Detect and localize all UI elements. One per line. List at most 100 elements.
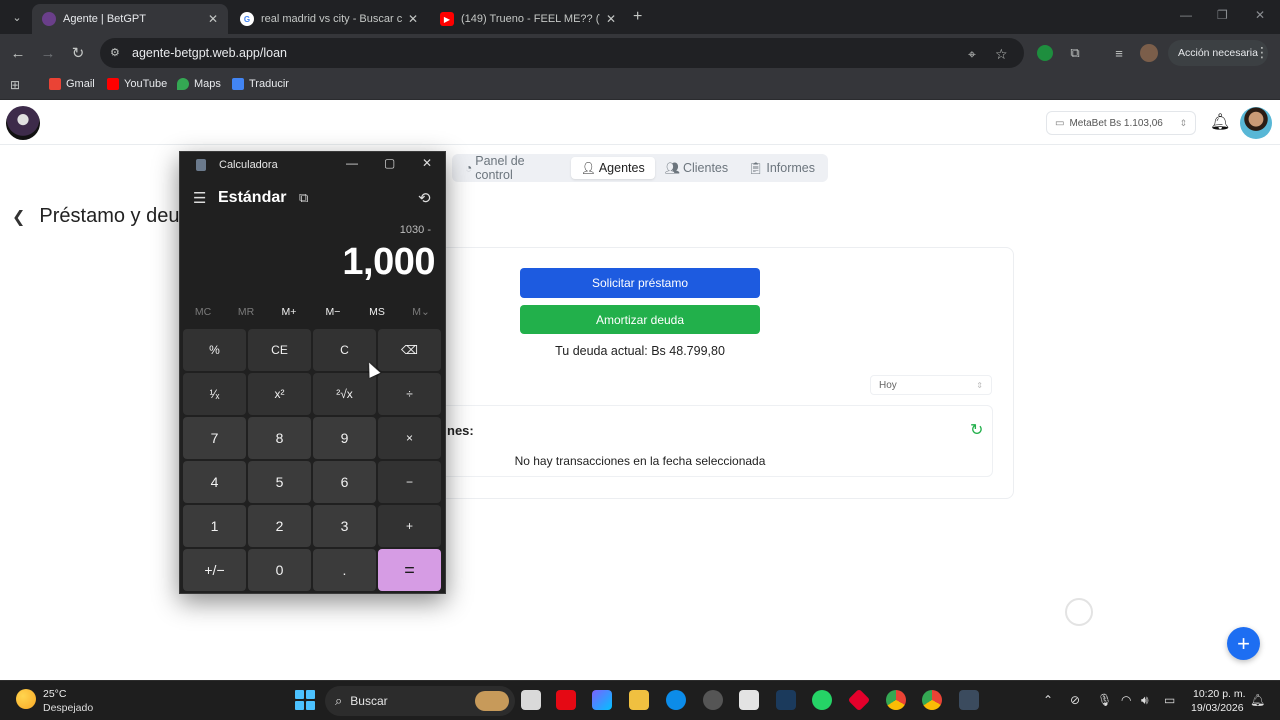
refresh-icon[interactable]: ↻ [970, 420, 983, 440]
digit-5-key[interactable]: 5 [248, 461, 311, 503]
tab-close-icon[interactable]: ✕ [606, 12, 616, 26]
digit-7-key[interactable]: 7 [183, 417, 246, 459]
copilot-icon[interactable] [592, 690, 612, 710]
chatgpt-icon[interactable] [703, 690, 723, 710]
backspace-key[interactable]: ⌫ [378, 329, 441, 371]
percent-key[interactable]: % [183, 329, 246, 371]
extensions-puzzle-icon[interactable]: ⧉ [1066, 44, 1084, 62]
memory-add-button[interactable]: M+ [269, 306, 309, 318]
memory-subtract-button[interactable]: M− [313, 306, 353, 318]
tab-panel-de-control[interactable]: ◔ Panel de control [455, 154, 571, 182]
plus-key[interactable]: + [378, 505, 441, 547]
digit-9-key[interactable]: 9 [313, 417, 376, 459]
pay-debt-button[interactable]: Amortizar deuda [520, 305, 760, 334]
close-icon[interactable]: ✕ [422, 156, 432, 170]
memory-clear-button[interactable]: MC [183, 306, 223, 318]
battery-icon[interactable]: ▭ [1164, 693, 1175, 707]
tab-youtube-video[interactable]: ▶ (149) Trueno - FEEL ME?? (Vide ✕ [430, 4, 626, 34]
negate-key[interactable]: +/− [183, 549, 246, 591]
clear-entry-key[interactable]: CE [248, 329, 311, 371]
bookmark-maps[interactable]: Maps [177, 78, 221, 90]
store-icon[interactable] [739, 690, 759, 710]
avatar[interactable] [1240, 107, 1272, 139]
red-app-icon[interactable] [847, 688, 871, 712]
hamburger-menu-icon[interactable]: ☰ [193, 189, 206, 207]
divide-key[interactable]: ÷ [378, 373, 441, 415]
address-bar[interactable]: ⚙ agente-betgpt.web.app/loan ⌖ ☆ [100, 38, 1024, 68]
action-needed-button[interactable]: Acción necesaria [1168, 40, 1268, 66]
date-filter-select[interactable]: Hoy ⇕ [870, 375, 992, 395]
keep-on-top-icon[interactable]: ⧉ [299, 190, 308, 206]
memory-list-button[interactable]: M⌄ [401, 306, 441, 318]
start-windows-icon[interactable] [295, 690, 315, 710]
request-loan-button[interactable]: Solicitar préstamo [520, 268, 760, 298]
digit-0-key[interactable]: 0 [248, 549, 311, 591]
reload-icon[interactable]: ↻ [68, 43, 88, 63]
tab-clientes[interactable]: 👥︎ Clientes [655, 157, 738, 179]
taskbar-search[interactable]: ⌕ Buscar [325, 686, 515, 716]
new-tab-button[interactable]: + [633, 8, 642, 26]
whatsapp-icon[interactable] [812, 690, 832, 710]
multiply-key[interactable]: × [378, 417, 441, 459]
chrome-profile-icon[interactable] [922, 690, 942, 710]
forward-arrow-icon[interactable]: → [38, 43, 58, 63]
bookmark-traducir[interactable]: Traducir [232, 78, 289, 90]
tab-google-search[interactable]: G real madrid vs city - Buscar con ✕ [230, 4, 428, 34]
task-view-icon[interactable] [521, 690, 541, 710]
back-arrow-icon[interactable]: ← [8, 43, 28, 63]
more-menu-icon[interactable]: ⋮ [1255, 44, 1269, 61]
digit-6-key[interactable]: 6 [313, 461, 376, 503]
tab-search-chevron-icon[interactable]: ⌄ [8, 8, 26, 26]
betgpt-logo[interactable] [6, 106, 40, 140]
tab-informes[interactable]: 📋︎ Informes [738, 157, 825, 179]
back-chevron-icon[interactable]: ❮ [12, 207, 25, 227]
wifi-icon[interactable]: ◠ [1121, 693, 1131, 707]
digit-2-key[interactable]: 2 [248, 505, 311, 547]
sqrt-key[interactable]: ²√x [313, 373, 376, 415]
location-icon[interactable]: ⌖ [968, 46, 976, 63]
decimal-key[interactable]: . [313, 549, 376, 591]
file-explorer-icon[interactable] [629, 690, 649, 710]
history-icon[interactable]: ⟲ [418, 189, 431, 207]
digit-3-key[interactable]: 3 [313, 505, 376, 547]
memory-recall-button[interactable]: MR [226, 306, 266, 318]
digit-8-key[interactable]: 8 [248, 417, 311, 459]
calculator-taskbar-icon[interactable] [959, 690, 979, 710]
balance-selector[interactable]: ▭ MetaBet Bs 1.103,06 ⇕ [1046, 111, 1196, 135]
clock-date[interactable]: 19/03/2026 [1191, 702, 1244, 714]
restore-icon[interactable]: ❐ [1217, 8, 1228, 22]
profile-avatar-icon[interactable] [1140, 44, 1158, 62]
edge-icon[interactable] [666, 690, 686, 710]
weather-moon-icon[interactable] [16, 689, 36, 709]
clock-time[interactable]: 10:20 p. m. [1193, 688, 1246, 700]
tab-close-icon[interactable]: ✕ [408, 12, 418, 26]
tray-chevron-icon[interactable]: ⌃ [1043, 693, 1053, 707]
network-off-icon[interactable]: ⊘ [1070, 693, 1080, 707]
reciprocal-key[interactable]: ¹⁄ₓ [183, 373, 246, 415]
tab-agentes[interactable]: 👤︎ Agentes [570, 157, 655, 179]
maximize-icon[interactable]: ▢ [384, 156, 395, 170]
bookmark-gmail[interactable]: Gmail [49, 78, 95, 90]
disney-icon[interactable] [776, 690, 796, 710]
square-key[interactable]: x² [248, 373, 311, 415]
site-info-icon[interactable]: ⚙ [110, 46, 124, 60]
bell-icon[interactable]: 🔔︎ [1210, 112, 1230, 132]
tab-agente-betgpt[interactable]: Agente | BetGPT ✕ [32, 4, 228, 34]
bookmark-star-icon[interactable]: ☆ [995, 46, 1008, 63]
close-window-icon[interactable]: ✕ [1255, 8, 1265, 22]
microphone-icon[interactable]: 🎙︎ [1097, 693, 1112, 707]
bookmark-youtube[interactable]: YouTube [107, 78, 167, 90]
minimize-icon[interactable]: — [1180, 8, 1192, 22]
notification-bell-icon[interactable]: 🔔︎ [1250, 693, 1265, 707]
minus-key[interactable]: − [378, 461, 441, 503]
volume-icon[interactable]: 🔊︎ [1141, 693, 1149, 708]
equals-key[interactable]: = [378, 549, 441, 591]
extension-green-icon[interactable] [1037, 45, 1053, 61]
digit-1-key[interactable]: 1 [183, 505, 246, 547]
tab-close-icon[interactable]: ✕ [208, 12, 218, 26]
chrome-icon[interactable] [886, 690, 906, 710]
memory-store-button[interactable]: MS [357, 306, 397, 318]
minimize-icon[interactable]: — [346, 156, 358, 170]
digit-4-key[interactable]: 4 [183, 461, 246, 503]
netflix-icon[interactable] [556, 690, 576, 710]
